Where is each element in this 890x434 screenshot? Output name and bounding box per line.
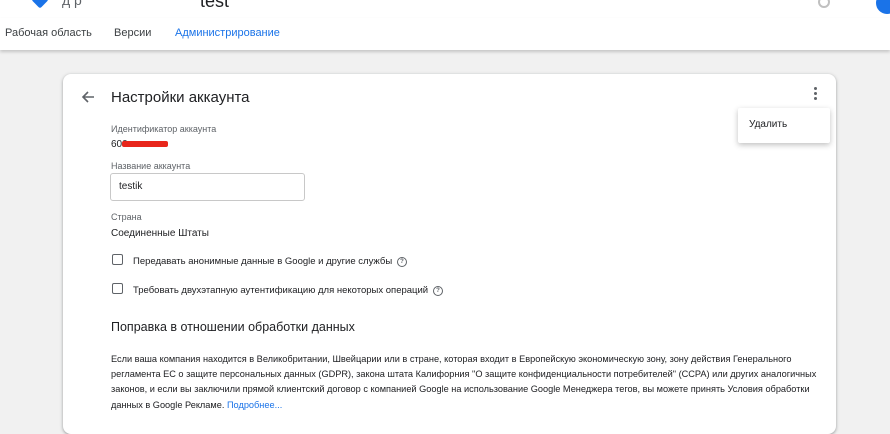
two-step-auth-label: Требовать двухэтапную аутентификацию для… [133,285,429,296]
data-processing-title: Поправка в отношении обработки данных [111,320,355,334]
account-id-label: Идентификатор аккаунта [111,124,217,134]
account-name-field[interactable] [110,173,305,201]
help-icon[interactable]: ? [397,257,407,267]
help-icon[interactable]: ? [433,286,443,296]
more-vert-icon[interactable] [812,87,818,103]
account-name-label: Название аккаунта [111,161,191,171]
page-title: Настройки аккаунта [111,89,250,106]
share-data-label: Передавать анонимные данные в Google и д… [133,256,393,267]
tab-admin[interactable]: Администрирование [175,27,280,39]
redaction-mark [122,141,168,147]
top-bar: д р test [0,0,890,18]
nav-bar: Рабочая область Версии Администрирование [0,18,890,50]
overflow-menu: Удалить [738,108,830,143]
avatar[interactable] [876,0,890,14]
back-arrow-icon[interactable] [80,89,96,105]
tab-workspace[interactable]: Рабочая область [5,27,92,39]
country-label: Страна [111,212,142,222]
learn-more-link[interactable]: Подробнее... [227,400,282,410]
container-name[interactable]: test [200,0,229,12]
gtm-logo-icon [31,0,49,9]
account-name-input[interactable] [119,181,289,192]
share-data-checkbox[interactable] [112,254,123,265]
data-processing-body: Если ваша компания находится в Великобри… [111,354,817,410]
country-value: Соединенные Штаты [111,228,209,239]
two-step-auth-checkbox[interactable] [112,283,123,294]
data-processing-text: Если ваша компания находится в Великобри… [111,352,826,413]
delete-menu-item[interactable]: Удалить [749,119,787,130]
tab-versions[interactable]: Версии [114,27,151,39]
help-circle-icon[interactable] [818,0,830,8]
app-title: д р [62,0,82,8]
